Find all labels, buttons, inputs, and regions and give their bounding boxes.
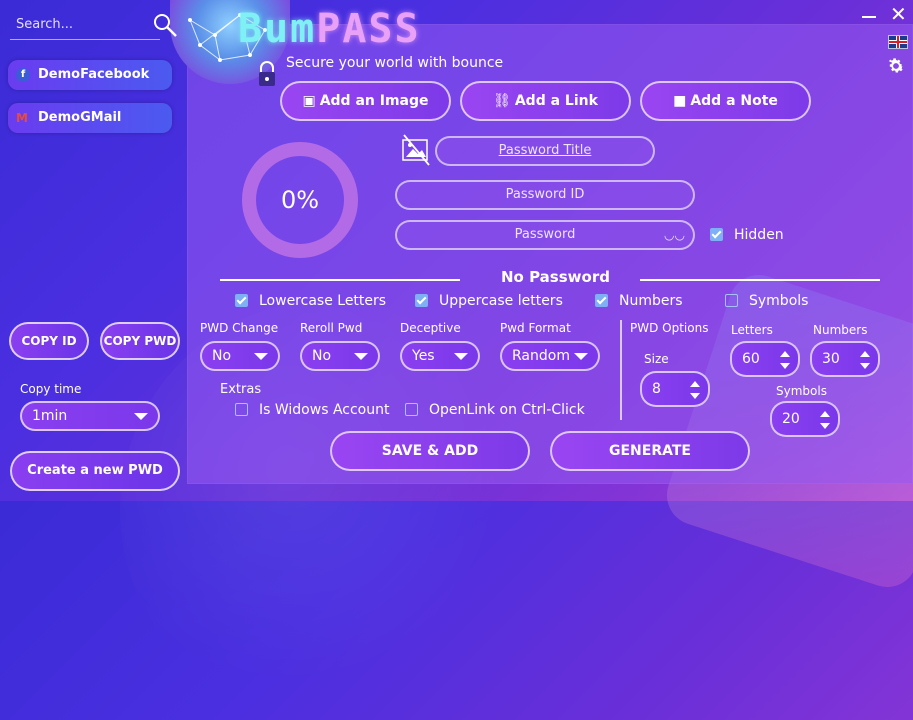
pwd-change-label: PWD Change [200,321,279,335]
password-field[interactable]: Password ◡◡ [395,220,695,250]
password-title-field[interactable]: Password Title [435,136,655,166]
close-button[interactable]: ✕ [890,4,907,24]
no-image-icon[interactable] [402,134,430,166]
lowercase-label: Lowercase Letters [259,293,387,309]
add-link-button[interactable]: ⛓ Add a Link [460,81,631,121]
numbers-stepper[interactable]: 30 [810,341,880,377]
password-placeholder: Password [514,227,576,242]
sidebar-item-demofacebook[interactable]: f DemoFacebook [8,60,172,90]
minimize-button[interactable] [862,6,876,20]
pwd-change-select[interactable]: No [200,341,280,371]
add-note-label: Add a Note [690,93,778,109]
deceptive-select[interactable]: Yes [400,341,480,371]
image-icon: ▣ [302,93,316,109]
uppercase-label: Uppercase letters [439,293,563,309]
chevron-down-icon [134,413,148,420]
lowercase-checkbox[interactable] [235,294,248,307]
reroll-pwd-value: No [312,348,332,364]
copy-time-value: 1min [32,408,68,424]
copy-time-label: Copy time [20,382,82,396]
uk-flag-icon[interactable] [888,35,908,49]
size-label: Size [644,352,669,366]
symbols-stepper[interactable]: 20 [770,401,840,437]
uppercase-checkbox[interactable] [415,294,428,307]
sidebar-item-demogmail[interactable]: M DemoGMail [8,103,172,133]
symbols-label: Symbols [749,293,809,309]
divider-right [640,279,880,281]
sidebar-item-label: DemoFacebook [38,67,150,82]
chevron-down-icon[interactable] [820,423,830,429]
chevron-down-icon [574,353,588,360]
hidden-checkbox[interactable] [710,228,723,241]
chevron-down-icon[interactable] [780,363,790,369]
numbers-count-label: Numbers [813,323,868,337]
add-image-button[interactable]: ▣ Add an Image [280,81,451,121]
pwd-format-label: Pwd Format [500,321,571,335]
pwd-change-value: No [212,348,232,364]
options-separator [620,320,622,420]
chevron-up-icon[interactable] [690,381,700,387]
generate-button[interactable]: GENERATE [550,431,750,471]
copy-id-button[interactable]: COPY ID [9,322,89,360]
letters-value: 60 [742,351,760,367]
app-logo: BumPASS [238,4,421,54]
tagline: Secure your world with bounce [286,55,504,71]
sidebar-item-label: DemoGMail [38,110,122,125]
chevron-down-icon [254,353,268,360]
symbols-count-label: Symbols [776,384,827,398]
deceptive-label: Deceptive [400,321,461,335]
password-id-field[interactable]: Password ID [395,180,695,210]
size-value: 8 [652,381,661,397]
chevron-down-icon[interactable] [690,393,700,399]
search-icon[interactable] [152,12,178,38]
add-link-label: Add a Link [514,93,598,109]
hidden-label: Hidden [734,227,784,243]
chevron-down-icon [454,353,468,360]
chevron-up-icon[interactable] [860,351,870,357]
lock-icon [259,61,275,86]
logo-part-b: PASS [316,6,421,52]
windows-account-checkbox[interactable] [235,403,248,416]
size-stepper[interactable]: 8 [640,371,710,407]
symbols-checkbox[interactable] [725,294,738,307]
deceptive-value: Yes [412,348,435,364]
letters-stepper[interactable]: 60 [730,341,800,377]
link-icon: ⛓ [493,93,511,109]
gear-icon[interactable] [886,56,906,76]
openlink-checkbox[interactable] [405,403,418,416]
chevron-down-icon [354,353,368,360]
reroll-pwd-label: Reroll Pwd [300,321,363,335]
letters-label: Letters [731,323,773,337]
numbers-checkbox[interactable] [595,294,608,307]
chevron-up-icon[interactable] [780,351,790,357]
chevron-down-icon[interactable] [860,363,870,369]
pwd-format-select[interactable]: Random [500,341,600,371]
add-note-button[interactable]: ■ Add a Note [640,81,811,121]
save-add-button[interactable]: SAVE & ADD [330,431,530,471]
chevron-up-icon[interactable] [820,411,830,417]
numbers-value: 30 [822,351,840,367]
search-input[interactable]: Search... [10,10,160,40]
copy-time-select[interactable]: 1min [20,401,160,431]
add-image-label: Add an Image [319,93,429,109]
create-new-pwd-button[interactable]: Create a new PWD [10,451,180,491]
gmail-icon: M [16,111,28,125]
extras-label: Extras [220,382,262,397]
windows-account-label: Is Widows Account [259,402,390,418]
openlink-label: OpenLink on Ctrl-Click [429,402,585,418]
progress-value: 0% [280,186,320,214]
numbers-label: Numbers [619,293,683,309]
generator-heading: No Password [501,268,610,286]
facebook-icon: f [16,68,30,82]
note-icon: ■ [673,93,687,109]
pwd-format-value: Random [512,348,570,364]
pwd-options-label: PWD Options [630,321,709,335]
divider-left [220,279,460,281]
symbols-value: 20 [782,411,800,427]
eye-closed-icon[interactable]: ◡◡ [664,222,685,248]
reroll-pwd-select[interactable]: No [300,341,380,371]
logo-part-a: Bum [238,6,317,52]
copy-pwd-button[interactable]: COPY PWD [100,322,180,360]
